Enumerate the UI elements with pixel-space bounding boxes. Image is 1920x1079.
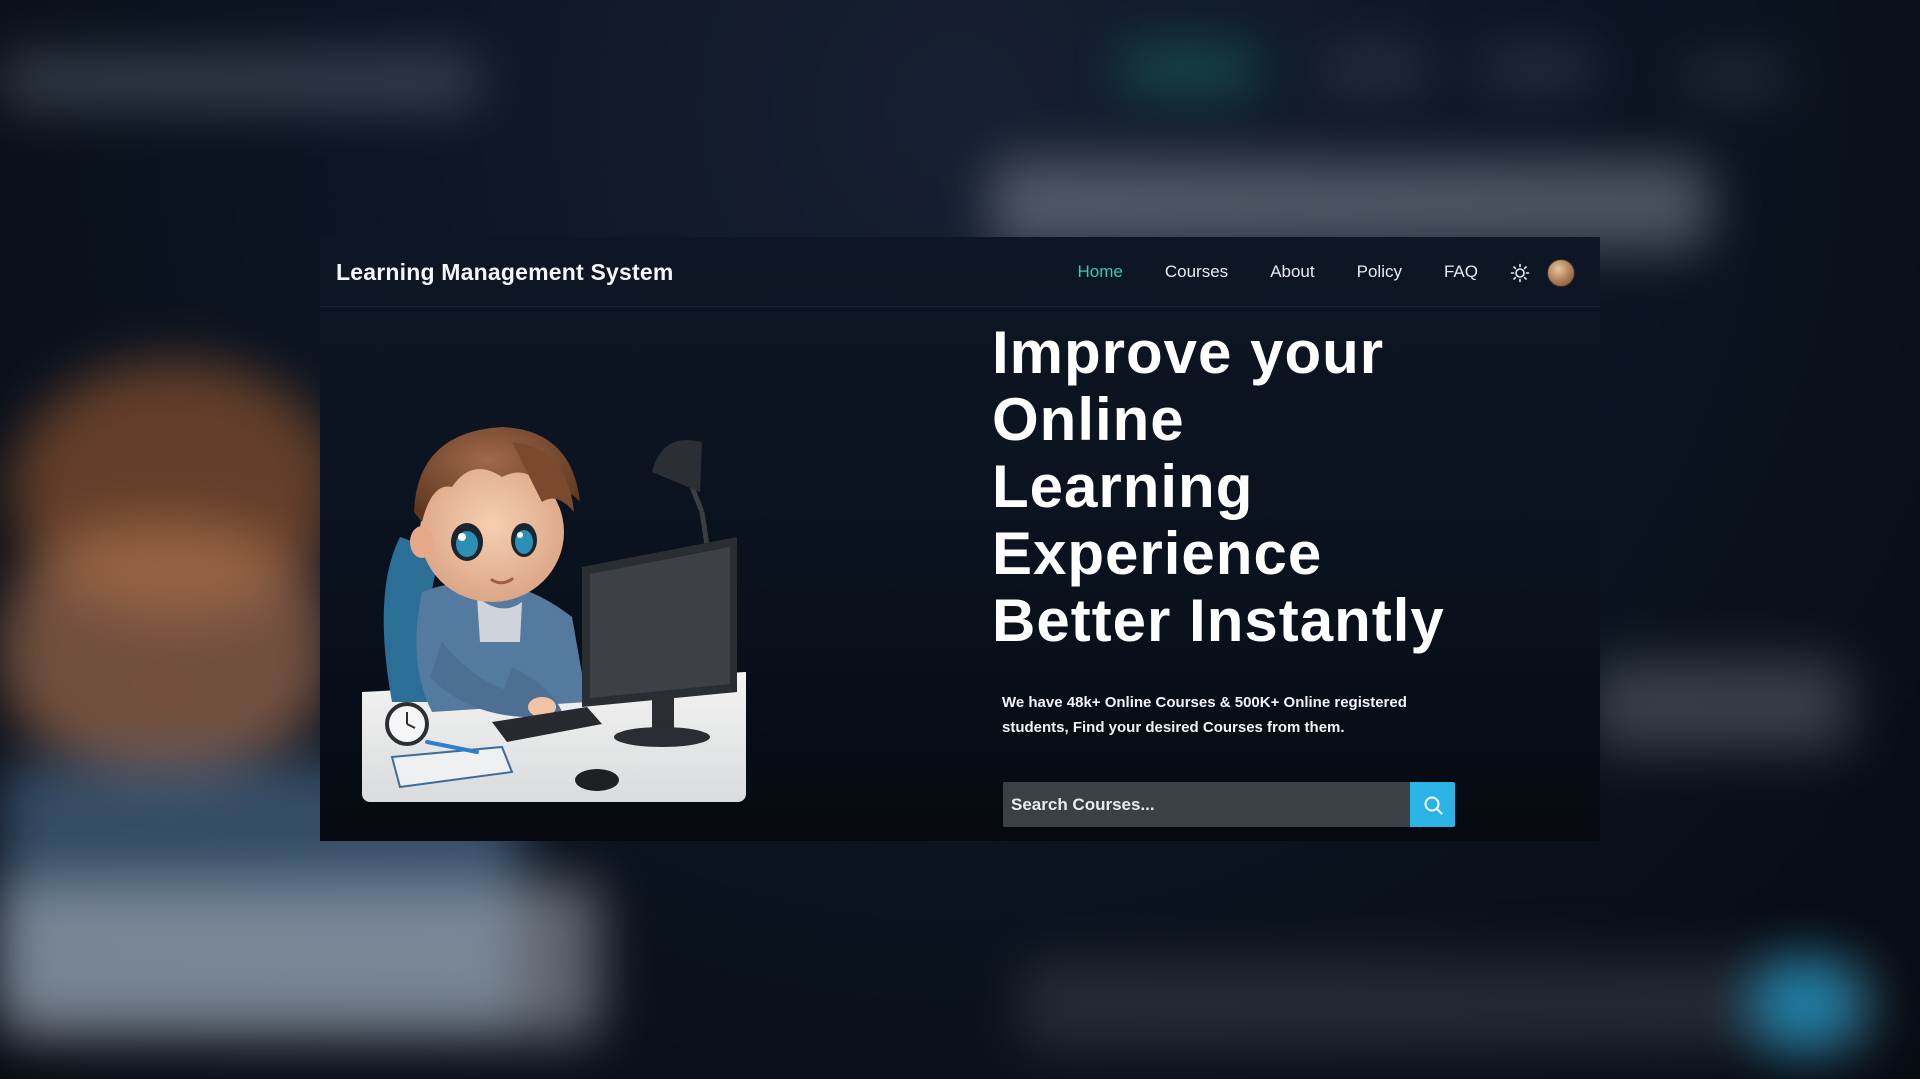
brand-title[interactable]: Learning Management System xyxy=(336,237,674,307)
nav-policy[interactable]: Policy xyxy=(1357,262,1402,282)
hero-section: Improve your Online Learning Experience … xyxy=(992,319,1552,740)
theme-toggle-button[interactable] xyxy=(1510,263,1530,283)
nav-faq[interactable]: FAQ xyxy=(1444,262,1478,282)
search-input[interactable] xyxy=(1003,782,1410,827)
search-icon xyxy=(1424,796,1442,814)
search-button[interactable] xyxy=(1410,782,1455,827)
page-window: Learning Management System Home Courses … xyxy=(320,237,1600,841)
student-computer-illustration xyxy=(362,402,746,802)
avatar[interactable] xyxy=(1547,259,1575,287)
hero-title-line: Improve your xyxy=(992,319,1385,386)
hero-description: We have 48k+ Online Courses & 500K+ Onli… xyxy=(1002,694,1407,736)
nav-courses[interactable]: Courses xyxy=(1165,262,1228,282)
nav-links: Home Courses About Policy FAQ xyxy=(1078,237,1478,307)
navbar: Learning Management System Home Courses … xyxy=(320,237,1600,307)
hero-title-line: Online xyxy=(992,386,1185,453)
nav-about[interactable]: About xyxy=(1270,262,1314,282)
sun-icon xyxy=(1510,263,1530,283)
hero-title-line: Better Instantly xyxy=(992,587,1445,654)
hero-title-line: Experience xyxy=(992,520,1323,587)
hero-title: Improve your Online Learning Experience … xyxy=(992,319,1552,654)
nav-home[interactable]: Home xyxy=(1078,262,1123,282)
course-search xyxy=(1003,782,1455,827)
hero-title-line: Learning xyxy=(992,453,1254,520)
